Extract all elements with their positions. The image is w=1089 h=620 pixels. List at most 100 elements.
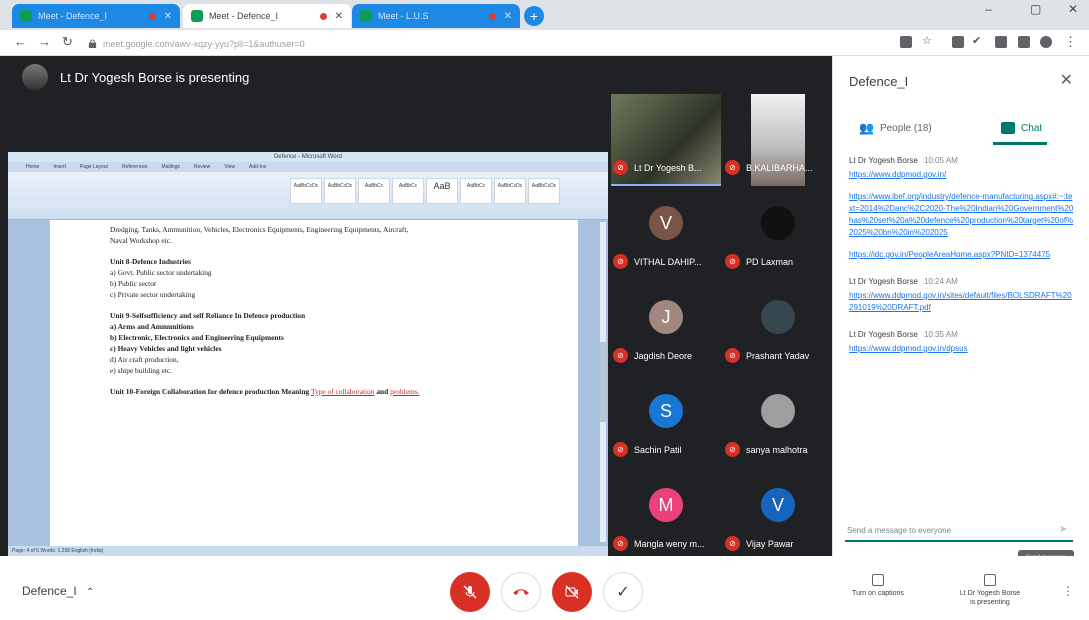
chat-link[interactable]: https://www.ddpmod.gov.in/ [849, 169, 1075, 181]
profile-avatar-icon[interactable] [1040, 36, 1052, 48]
mic-off-icon: ⊘ [613, 254, 628, 269]
document-page: Dredging, Tanks, Ammunition, Vehicles, E… [50, 220, 578, 546]
chat-icon [1001, 122, 1015, 134]
participant-tile[interactable]: ⊘ Prashant Yadav [723, 282, 833, 374]
raise-hand-button[interactable]: ✓ [603, 572, 643, 612]
close-tab-icon[interactable]: ✕ [504, 11, 512, 22]
word-scrollbar [600, 222, 606, 542]
participant-tile[interactable]: V ⊘ Vijay Pawar [723, 470, 833, 562]
send-icon[interactable]: ➤ [1059, 524, 1071, 536]
mic-off-icon: ⊘ [613, 536, 628, 551]
tab-title: Meet - Defence_I [209, 11, 279, 21]
browser-tab-1[interactable]: Meet - Defence_I ✕ [12, 4, 180, 28]
more-options-icon[interactable]: ⋮ [1062, 584, 1074, 598]
participant-avatar [761, 206, 795, 240]
presenter-bar: Lt Dr Yogesh Borse is presenting [22, 64, 249, 90]
participant-name-row: ⊘ sanya malhotra [725, 442, 808, 457]
document-line: d) Air craft production, [110, 355, 179, 364]
participant-tile[interactable]: ⊘ sanya malhotra [723, 376, 833, 468]
captions-button[interactable]: Turn on captions [838, 574, 918, 597]
minimize-button[interactable]: – [985, 2, 992, 16]
message-time: 10:24 AM [923, 277, 958, 286]
chat-link[interactable]: https://idc.gov.in/PeopleAreaHome.aspx?P… [849, 249, 1075, 261]
forward-arrow-icon[interactable]: → [38, 34, 51, 49]
participant-name: PD Laxman [746, 256, 794, 267]
sender-name: Lt Dr Yogesh Borse [849, 156, 918, 165]
mic-toggle-button[interactable] [450, 572, 490, 612]
browser-tab-2[interactable]: Meet - Defence_I ✕ [183, 4, 351, 28]
tab-people-label: People (18) [879, 122, 932, 134]
checkmark-extension-icon[interactable]: ✔ [972, 34, 981, 47]
participant-name: B.KALIBARHA... [746, 162, 813, 173]
participant-name: Jagdish Deore [634, 350, 693, 361]
captions-label: Turn on captions [852, 590, 904, 597]
ribbon-tab: Insert [53, 164, 66, 170]
participant-tile[interactable]: V ⊘ VITHAL DAHIP... [611, 188, 721, 280]
call-end-icon [513, 589, 529, 595]
browser-menu-icon[interactable]: ⋮ [1064, 34, 1077, 50]
maximize-button[interactable]: ▢ [1030, 2, 1041, 16]
meeting-details-button[interactable]: Defence_I ⌃ [22, 584, 94, 598]
close-tab-icon[interactable]: ✕ [164, 11, 172, 22]
style-swatch: AaBbCc [358, 178, 390, 204]
document-line: c) Private sector undertaking [110, 290, 196, 299]
style-swatch: AaB [426, 178, 458, 204]
reload-icon[interactable]: ↻ [62, 34, 73, 50]
videocam-off-icon [565, 585, 579, 599]
puzzle-icon[interactable] [1018, 36, 1030, 48]
participant-tile[interactable]: S ⊘ Sachin Patil [611, 376, 721, 468]
chat-input[interactable]: Send a message to everyone [845, 522, 1073, 542]
avatar-initial: J [661, 306, 671, 327]
line-segment: Unit 10-Foreign Collaboration for defenc… [110, 387, 311, 396]
chat-link[interactable]: https://www.ddpmod.gov.in/sites/default/… [849, 290, 1075, 314]
extension-icon[interactable] [995, 36, 1007, 48]
document-line: Naval Workshop etc. [110, 236, 172, 245]
url-text: meet.google.com/awv-xqzy-yyu?pli=1&authu… [103, 38, 305, 49]
presenting-button[interactable]: Lt Dr Yogesh Borse is presenting [944, 574, 1036, 606]
participant-avatar: J [649, 300, 683, 334]
avatar-initial: S [659, 400, 672, 421]
avatar-initial: M [658, 494, 674, 515]
participant-tile[interactable]: ⊘ Lt Dr Yogesh B... [611, 94, 721, 186]
mic-off-icon [463, 585, 477, 599]
back-arrow-icon[interactable]: ← [14, 34, 27, 49]
participant-avatar [761, 394, 795, 428]
close-icon[interactable]: ✕ [1060, 70, 1073, 90]
lock-icon [88, 39, 97, 48]
star-icon[interactable]: ☆ [922, 34, 932, 47]
presenting-label: Lt Dr Yogesh Borse is presenting [60, 69, 250, 85]
mic-off-icon: ⊘ [613, 348, 628, 363]
participant-name-row: ⊘ Jagdish Deore [613, 348, 692, 363]
camera-toggle-button[interactable] [552, 572, 592, 612]
tab-chat[interactable]: Chat [1001, 114, 1042, 142]
participant-tile[interactable]: M ⊘ Mangla weny m... [611, 470, 721, 562]
participant-avatar: S [649, 394, 683, 428]
participant-name: Prashant Yadav [746, 350, 810, 361]
participant-name: Lt Dr Yogesh B... [634, 162, 702, 173]
extension-icon[interactable] [952, 36, 964, 48]
chat-link[interactable]: https://www.ibef.org/industry/defence-ma… [849, 191, 1075, 239]
camera-extension-icon[interactable] [900, 36, 912, 48]
document-line: Unit 8-Defence Industries [110, 257, 191, 266]
close-tab-icon[interactable]: ✕ [335, 11, 343, 22]
document-line: Unit 10-Foreign Collaboration for defenc… [110, 386, 518, 397]
chat-link[interactable]: https://www.ddpmod.gov.in/dpsus [849, 343, 1075, 355]
style-swatch: AaBbCc [392, 178, 424, 204]
close-window-button[interactable]: ✕ [1068, 2, 1078, 16]
meet-favicon-icon [360, 10, 372, 22]
style-swatch: AaBbCcDc [494, 178, 526, 204]
panel-title: Defence_I [849, 74, 909, 89]
participant-tile[interactable]: J ⊘ Jagdish Deore [611, 282, 721, 374]
tab-people[interactable]: 👥 People (18) [859, 114, 932, 142]
participant-tile[interactable]: ⊘ PD Laxman [723, 188, 833, 280]
new-tab-button[interactable]: + [524, 6, 544, 26]
ribbon-tab: Add-Ins [249, 164, 267, 170]
word-ribbon-tabs: Home Insert Page Layout References Maili… [8, 162, 608, 172]
participant-avatar: V [761, 488, 795, 522]
browser-tab-3[interactable]: Meet - L.U.S ✕ [352, 4, 520, 28]
url-field[interactable]: meet.google.com/awv-xqzy-yyu?pli=1&authu… [88, 35, 878, 52]
ribbon-tab: Page Layout [79, 164, 108, 170]
document-line: Dredging, Tanks, Ammunition, Vehicles, E… [110, 225, 409, 234]
participant-tile[interactable]: ⊘ B.KALIBARHA... [723, 94, 833, 186]
leave-call-button[interactable] [501, 572, 541, 612]
